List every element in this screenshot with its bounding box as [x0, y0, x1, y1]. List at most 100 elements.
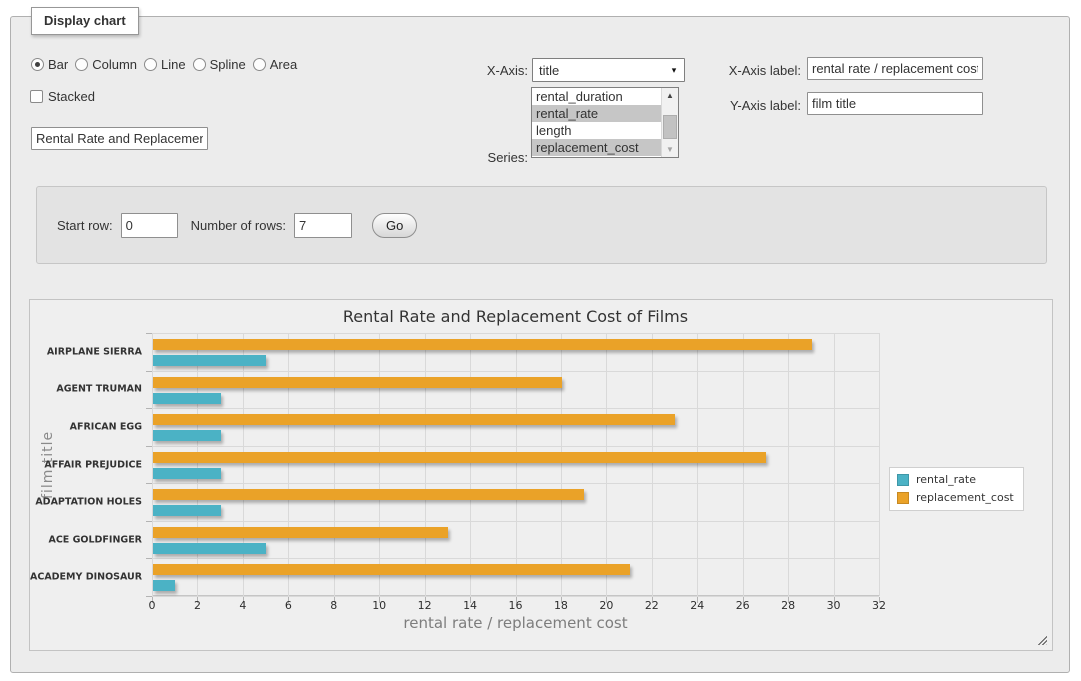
radio-label-bar: Bar	[48, 57, 68, 72]
gridline	[152, 483, 879, 484]
radio-label-line: Line	[161, 57, 186, 72]
legend-label: rental_rate	[916, 473, 976, 486]
radio-line[interactable]	[144, 58, 157, 71]
y-tick-mark	[146, 333, 152, 334]
x-tick-label: 26	[726, 599, 760, 612]
stacked-checkbox[interactable]	[30, 90, 43, 103]
legend-swatch-replacement_cost	[897, 492, 909, 504]
radio-column[interactable]	[75, 58, 88, 71]
radio-option-area: Area	[253, 57, 297, 72]
gridline	[516, 333, 517, 596]
x-tick-label: 32	[862, 599, 896, 612]
gridline	[152, 596, 879, 597]
go-button[interactable]: Go	[372, 213, 417, 238]
bar-rental_rate	[153, 580, 175, 591]
legend-item-replacement_cost: replacement_cost	[897, 491, 1014, 504]
bar-rental_rate	[153, 355, 266, 366]
series-caption: Series:	[431, 150, 528, 165]
bar-rental_rate	[153, 430, 221, 441]
panel-title: Display chart	[31, 7, 139, 35]
x-tick-label: 14	[453, 599, 487, 612]
x-axis-label-caption: X-Axis label:	[661, 63, 801, 78]
bar-replacement_cost	[153, 564, 630, 575]
x-axis-title: rental rate / replacement cost	[152, 614, 879, 632]
category-label: AIRPLANE SIERRA	[30, 346, 142, 357]
scroll-down-icon[interactable]: ▼	[662, 142, 678, 157]
gridline	[470, 333, 471, 596]
chart-title: Rental Rate and Replacement Cost of Film…	[152, 307, 879, 326]
x-tick-label: 10	[362, 599, 396, 612]
series-options: rental_durationrental_ratelengthreplacem…	[532, 88, 661, 157]
series-option-length[interactable]: length	[532, 122, 661, 139]
gridline	[152, 333, 153, 596]
plot-area	[152, 333, 879, 596]
y-tick-mark	[146, 371, 152, 372]
radio-option-line: Line	[144, 57, 186, 72]
radio-label-column: Column	[92, 57, 137, 72]
x-axis-label-input[interactable]	[807, 57, 983, 80]
y-tick-mark	[146, 558, 152, 559]
gridline	[788, 333, 789, 596]
x-tick-label: 2	[180, 599, 214, 612]
start-row-input[interactable]	[121, 213, 178, 238]
gridline	[197, 333, 198, 596]
scrollbar-thumb[interactable]	[663, 115, 677, 139]
gridline	[152, 408, 879, 409]
y-tick-mark	[146, 446, 152, 447]
x-axis-selected-value: title	[533, 63, 664, 78]
radio-label-area: Area	[270, 57, 297, 72]
resize-grip-icon[interactable]	[1036, 634, 1047, 645]
x-tick-label: 22	[635, 599, 669, 612]
x-tick-label: 6	[271, 599, 305, 612]
bar-replacement_cost	[153, 377, 562, 388]
radio-label-spline: Spline	[210, 57, 246, 72]
display-chart-panel: Display chart BarColumnLineSplineArea St…	[10, 16, 1070, 673]
x-axis-caption: X-Axis:	[431, 63, 528, 78]
x-tick-label: 20	[589, 599, 623, 612]
gridline	[743, 333, 744, 596]
series-option-rental_duration[interactable]: rental_duration	[532, 88, 661, 105]
bar-rental_rate	[153, 468, 221, 479]
gridline	[152, 521, 879, 522]
gridline	[606, 333, 607, 596]
y-tick-mark	[146, 521, 152, 522]
gridline	[879, 333, 880, 596]
x-tick-label: 4	[226, 599, 260, 612]
x-tick-label: 28	[771, 599, 805, 612]
category-label: AGENT TRUMAN	[30, 384, 142, 395]
bar-rental_rate	[153, 505, 221, 516]
radio-spline[interactable]	[193, 58, 206, 71]
gridline	[697, 333, 698, 596]
y-axis-label-caption: Y-Axis label:	[661, 98, 801, 113]
series-option-replacement_cost[interactable]: replacement_cost	[532, 139, 661, 156]
x-tick-label: 24	[680, 599, 714, 612]
bar-replacement_cost	[153, 339, 812, 350]
radio-bar[interactable]	[31, 58, 44, 71]
gridline	[561, 333, 562, 596]
series-multiselect[interactable]: rental_durationrental_ratelengthreplacem…	[531, 87, 679, 158]
gridline	[834, 333, 835, 596]
x-axis-tick-labels: 02468101214161820222426283032	[152, 599, 879, 613]
radio-option-bar: Bar	[31, 57, 68, 72]
gridline	[152, 558, 879, 559]
y-tick-mark	[146, 596, 152, 597]
gridline	[288, 333, 289, 596]
series-option-rental_rate[interactable]: rental_rate	[532, 105, 661, 122]
radio-area[interactable]	[253, 58, 266, 71]
gridline	[379, 333, 380, 596]
gridline	[652, 333, 653, 596]
y-tick-mark	[146, 408, 152, 409]
bar-rental_rate	[153, 543, 266, 554]
num-rows-input[interactable]	[294, 213, 352, 238]
radio-option-spline: Spline	[193, 57, 246, 72]
category-label: ACE GOLDFINGER	[30, 534, 142, 545]
chart-title-input[interactable]	[31, 127, 208, 150]
y-axis-label-input[interactable]	[807, 92, 983, 115]
y-tick-mark	[146, 483, 152, 484]
category-label: ACADEMY DINOSAUR	[30, 572, 142, 583]
category-label: AFFAIR PREJUDICE	[30, 459, 142, 470]
x-tick-label: 0	[135, 599, 169, 612]
stacked-row: Stacked	[30, 89, 95, 104]
start-row-caption: Start row:	[57, 218, 113, 233]
x-tick-label: 18	[544, 599, 578, 612]
